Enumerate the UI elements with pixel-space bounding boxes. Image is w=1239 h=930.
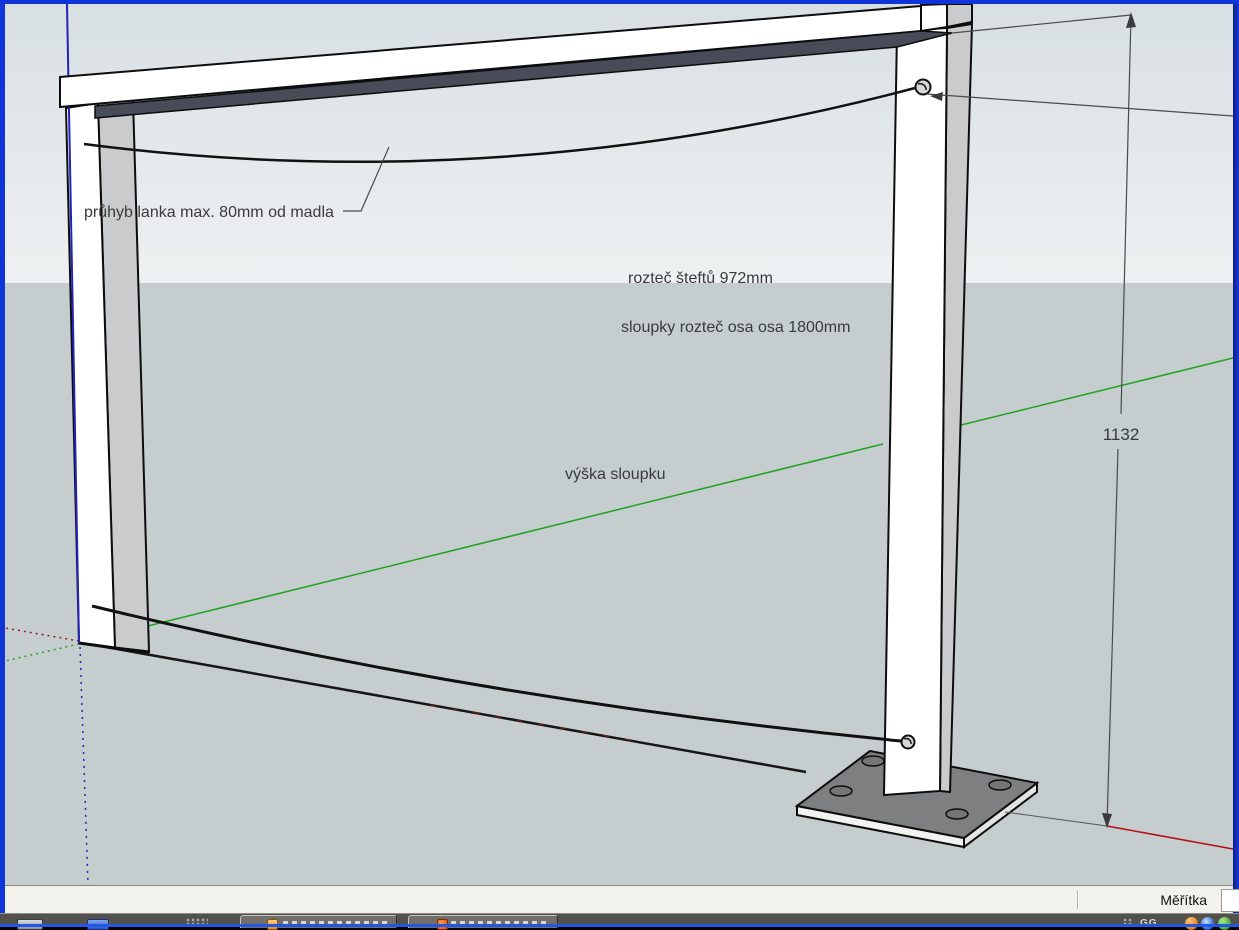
annotation-stud-spacing[interactable]: rozteč šteftů 972mm [628, 269, 773, 287]
3d-viewport[interactable]: průhyb lanka max. 80mm od madla rozteč š… [5, 4, 1233, 885]
status-bar: Měřítka [5, 885, 1233, 913]
annotation-post-height[interactable]: výška sloupku [565, 466, 666, 483]
scale-label: Měřítka [1160, 892, 1207, 908]
dimension-value-text[interactable]: 1132 [1103, 425, 1140, 444]
top-eyelet[interactable] [916, 80, 931, 95]
annotation-cable-sag[interactable]: průhyb lanka max. 80mm od madla [84, 203, 334, 221]
scale-value-box[interactable] [1221, 889, 1239, 912]
status-bar-separator [1077, 890, 1079, 909]
annotation-post-spacing[interactable]: sloupky rozteč osa osa 1800mm [621, 319, 850, 336]
window-border-right[interactable] [1233, 4, 1239, 913]
ground-background [5, 283, 1233, 885]
bottom-eyelet[interactable] [902, 736, 915, 749]
